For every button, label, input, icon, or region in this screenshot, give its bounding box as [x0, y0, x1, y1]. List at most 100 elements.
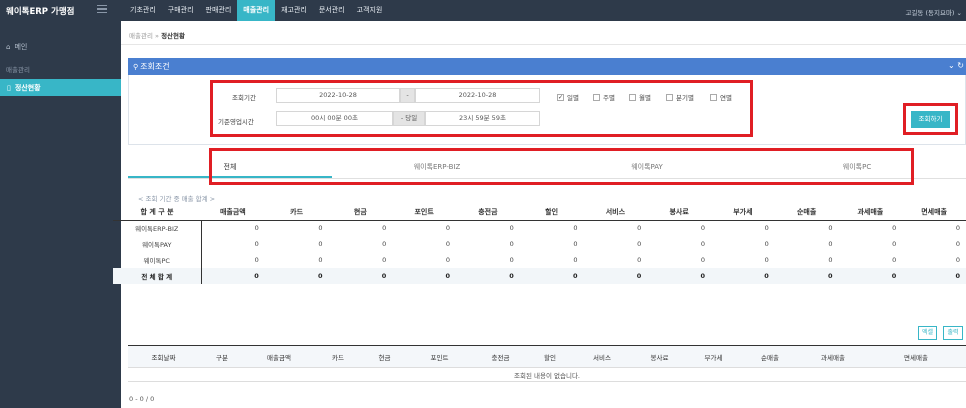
cell-value: 0 — [317, 272, 323, 280]
detail-header: 면세매출 — [866, 345, 966, 368]
cell-value: 0 — [445, 272, 450, 280]
detail-header: 봉사료 — [632, 345, 687, 368]
sidebar-item-label: 정산현황 — [14, 83, 41, 92]
cell-value: 0 — [892, 224, 897, 233]
excel-button[interactable]: 엑셀 — [918, 326, 937, 340]
cell-value: 0 — [828, 256, 833, 264]
cell-value: 0 — [637, 224, 642, 233]
summary-total-row: 전 체 합 계 0 0 0 0 0 0 0 0 0 0 0 0 — [113, 268, 966, 284]
cell-value: 0 — [636, 272, 642, 280]
home-icon: ⌂ — [6, 43, 11, 51]
cell-value: 0 — [637, 240, 642, 248]
cell-value: 0 — [764, 256, 769, 264]
detail-header: 조회날짜 — [128, 345, 199, 368]
cell-value: 0 — [445, 224, 450, 233]
cell-value: 0 — [573, 240, 578, 248]
user-menu[interactable]: 고길동 (동지요마) ⌄ — [905, 7, 962, 17]
summary-row: 웨이톡PC 0 0 0 0 0 0 0 0 0 0 0 0 — [113, 252, 966, 268]
summary-header: 카드 — [264, 205, 329, 221]
divider — [121, 44, 966, 45]
refresh-icon[interactable]: ↻ — [957, 61, 964, 70]
document-icon: ▯ — [7, 83, 11, 92]
menu-item-documents[interactable]: 문서관리 — [313, 0, 351, 21]
cell-value: 0 — [700, 240, 705, 248]
detail-header: 매출금액 — [245, 345, 313, 368]
summary-header: 충전금 — [456, 205, 520, 221]
main-menu: 기초관리 구매관리 판매관리 매출관리 재고관리 문서관리 고객지원 — [124, 0, 388, 21]
cell-value: 0 — [573, 256, 578, 264]
cell-value: 0 — [891, 272, 897, 280]
row-label: 웨이톡ERP-BIZ — [113, 220, 202, 236]
cell-value: 0 — [637, 256, 642, 264]
cell-value: 0 — [828, 240, 833, 248]
cell-value: 0 — [382, 224, 387, 233]
pagination-info: 0 - 0 / 0 — [129, 395, 155, 403]
cell-value: 0 — [445, 256, 450, 264]
summary-header: 포인트 — [392, 205, 456, 221]
summary-header: 면세매출 — [902, 205, 966, 221]
menu-item-purchase[interactable]: 구매관리 — [162, 0, 200, 21]
search-icon: ⚲ — [133, 62, 139, 71]
cell-value: 0 — [700, 272, 705, 280]
cell-value: 0 — [318, 256, 323, 264]
cell-value: 0 — [764, 224, 769, 233]
sidebar-item-settlement[interactable]: ▯ 정산현황 — [0, 79, 121, 96]
cell-value: 0 — [254, 272, 259, 280]
detail-header: 과세매출 — [800, 345, 866, 368]
cell-value: 0 — [700, 256, 705, 264]
summary-header: 매출금액 — [201, 205, 265, 221]
row-label: 웨이톡PC — [113, 252, 202, 268]
menu-item-support[interactable]: 고객지원 — [351, 0, 389, 21]
detail-header: 순매출 — [740, 345, 800, 368]
summary-header-row: 합 계 구 분 매출금액 카드 현금 포인트 충전금 할인 서비스 봉사료 부가… — [113, 205, 966, 221]
menu-item-sales[interactable]: 판매관리 — [200, 0, 238, 21]
row-label: 웨이톡PAY — [113, 236, 202, 252]
sidebar-item-main[interactable]: ⌂ 메인 — [6, 42, 27, 52]
summary-title: < 조회 기간 중 매출 합계 > — [138, 195, 216, 203]
highlight-box-tabs — [209, 148, 914, 185]
cell-value: 0 — [955, 240, 960, 248]
cell-value: 0 — [509, 224, 514, 233]
summary-table: 합 계 구 분 매출금액 카드 현금 포인트 충전금 할인 서비스 봉사료 부가… — [113, 205, 966, 284]
sidebar: ⌂ 메인 매출관리 ▯ 정산현황 — [0, 21, 121, 408]
detail-header: 현금 — [363, 345, 406, 368]
summary-header: 과세매출 — [838, 205, 903, 221]
cell-value: 0 — [955, 272, 960, 280]
breadcrumb-parent[interactable]: 매출관리 — [129, 32, 153, 40]
summary-header: 부가세 — [711, 205, 775, 221]
menu-item-inventory[interactable]: 재고관리 — [275, 0, 313, 21]
detail-header: 구분 — [199, 345, 245, 368]
highlight-box-search-button — [903, 103, 958, 135]
cell-value: 0 — [382, 240, 387, 248]
panel-controls: ⌄ ↻ — [948, 61, 964, 70]
cell-value: 0 — [382, 256, 387, 264]
summary-header: 순매출 — [774, 205, 839, 221]
hamburger-icon[interactable] — [97, 5, 107, 15]
summary-header: 서비스 — [583, 205, 648, 221]
detail-header: 충전금 — [473, 345, 528, 368]
cell-value: 0 — [318, 240, 323, 248]
cell-value: 0 — [254, 256, 259, 264]
summary-header: 합 계 구 분 — [113, 205, 201, 221]
cell-value: 0 — [828, 224, 833, 233]
detail-header-row: 조회날짜 구분 매출금액 카드 현금 포인트 충전금 할인 서비스 봉사료 부가세 순매출 과세매출 면세… — [128, 345, 966, 368]
cell-value: 0 — [572, 272, 578, 280]
summary-header: 할인 — [519, 205, 584, 221]
sidebar-item-label: 메인 — [14, 43, 28, 51]
search-panel-title: 조회조건 — [140, 62, 170, 71]
brand-logo[interactable]: 웨이톡ERP 가맹점 — [6, 5, 74, 17]
highlight-box-conditions — [210, 80, 753, 137]
summary-header: 현금 — [328, 205, 393, 221]
summary-row: 웨이톡PAY 0 0 0 0 0 0 0 0 0 0 0 0 — [113, 236, 966, 252]
menu-item-revenue[interactable]: 매출관리 — [237, 0, 276, 21]
menu-item-basic[interactable]: 기초관리 — [124, 0, 162, 21]
detail-header: 부가세 — [687, 345, 740, 368]
chevron-down-icon[interactable]: ⌄ — [948, 61, 955, 70]
breadcrumb-current: 정산현황 — [161, 32, 185, 40]
detail-header: 카드 — [313, 345, 363, 368]
cell-value: 0 — [573, 224, 578, 233]
top-navbar: 웨이톡ERP 가맹점 기초관리 구매관리 판매관리 매출관리 재고관리 문서관리… — [0, 0, 966, 21]
cell-value: 0 — [892, 256, 897, 264]
user-name: 고길동 (동지요마) — [905, 9, 955, 17]
print-button[interactable]: 출력 — [943, 326, 963, 340]
